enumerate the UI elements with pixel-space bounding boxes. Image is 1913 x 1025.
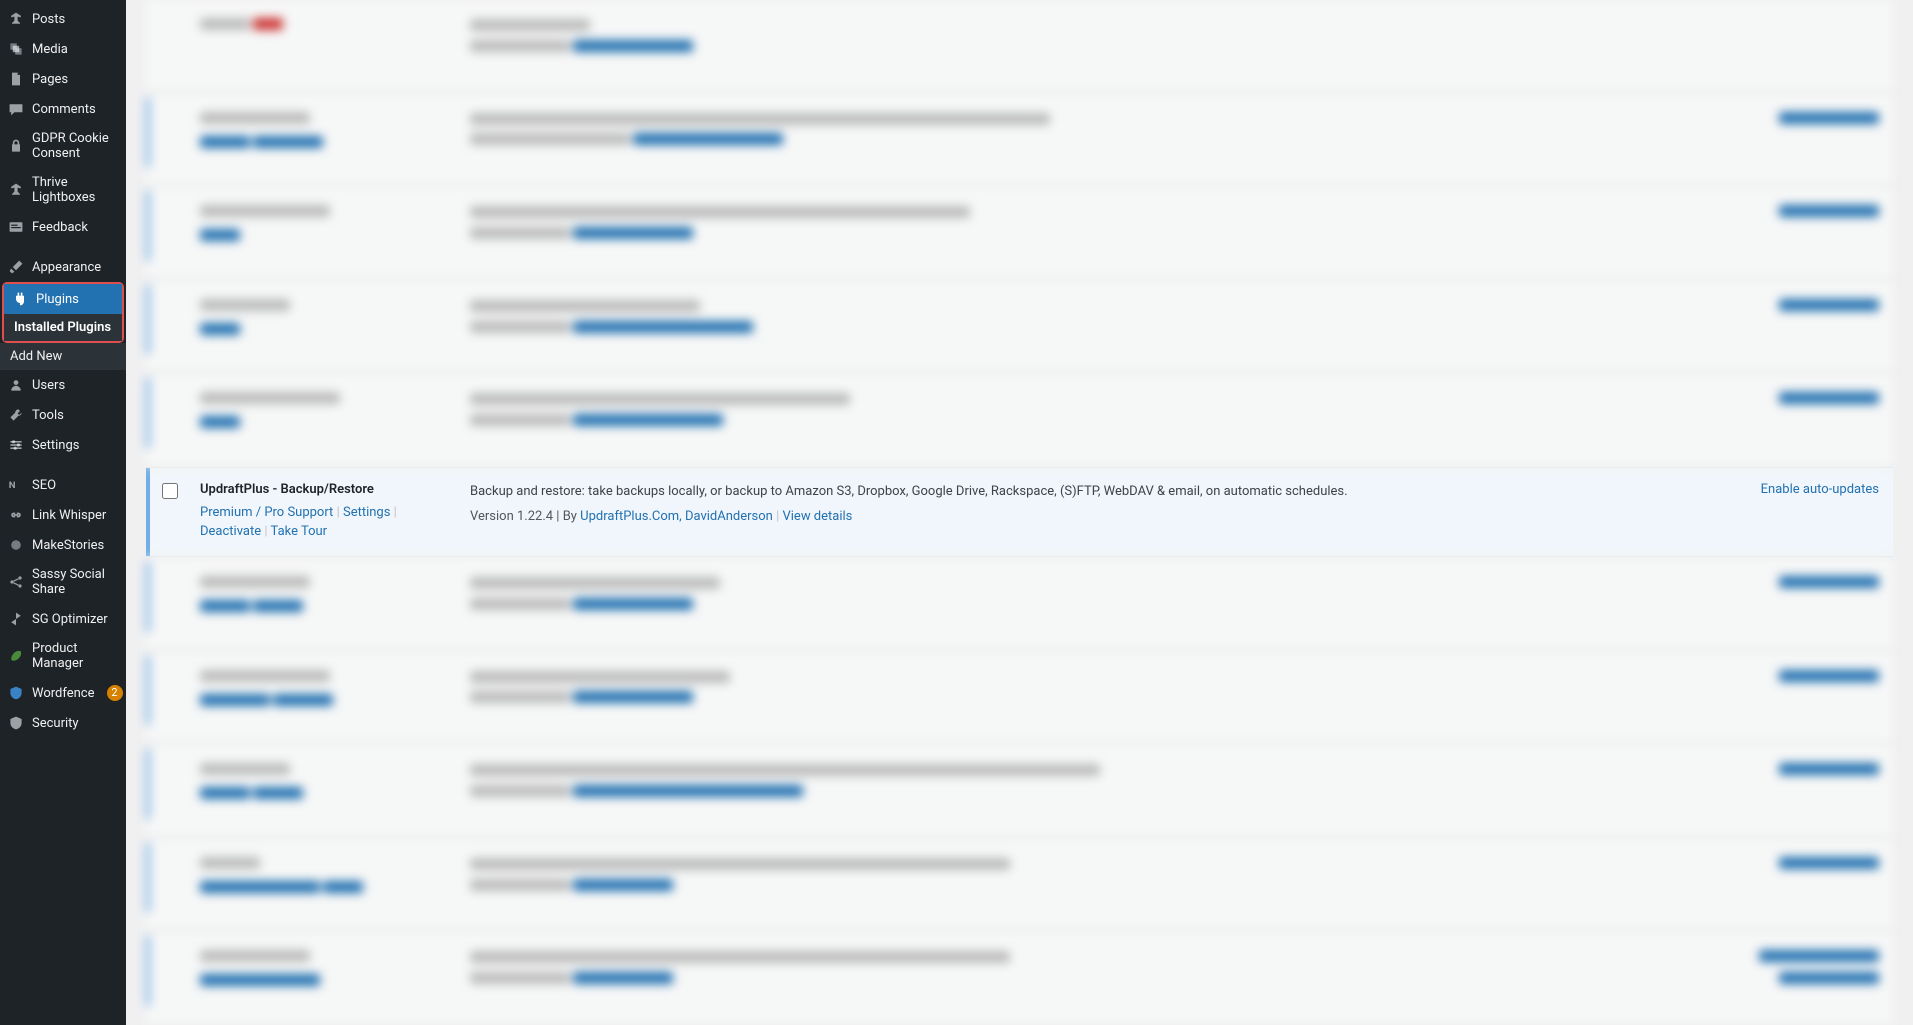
sidebar-label: GDPR Cookie Consent [32,131,118,161]
enable-auto-updates-link[interactable]: Enable auto-updates [1761,482,1879,497]
plugins-table: UpdraftPlus - Backup/Restore Premium / P… [126,0,1913,1025]
plugin-action-links: Premium / Pro Support | Settings | Deact… [200,503,450,542]
seo-icon: N [8,477,24,493]
sidebar-item-media[interactable]: Media [0,34,126,64]
sidebar-label: SEO [32,478,56,493]
sidebar-item-appearance[interactable]: Appearance [0,252,126,282]
sidebar-item-sassy[interactable]: Sassy Social Share [0,560,126,604]
link-icon [8,507,24,523]
sidebar-item-settings[interactable]: Settings [0,430,126,460]
plugin-row-blurred [146,744,1893,838]
sidebar-label: Settings [32,438,79,453]
sidebar-label: Sassy Social Share [32,567,118,597]
plugin-view-details[interactable]: View details [782,509,852,524]
plugin-author-link[interactable]: UpdraftPlus.Com, DavidAnderson [580,509,773,524]
sidebar-label: SG Optimizer [32,612,108,627]
optimize-icon [8,611,24,627]
plugin-icon [12,291,28,307]
plugin-row-updraftplus: UpdraftPlus - Backup/Restore Premium / P… [146,467,1893,557]
plugin-row-blurred [146,557,1893,651]
sidebar-item-plugins[interactable]: Plugins [4,284,122,314]
media-icon [8,41,24,57]
sidebar-label: Plugins [36,292,79,307]
plugin-action-settings[interactable]: Settings [343,505,390,520]
sidebar-item-thrive[interactable]: Thrive Lightboxes [0,168,126,212]
users-icon [8,377,24,393]
pin-icon [8,11,24,27]
sidebar-label: Tools [32,408,64,423]
sidebar-label: Users [32,378,65,393]
admin-sidebar: Posts Media Pages Comments GDPR Cookie C… [0,0,126,1025]
brush-icon [8,259,24,275]
feedback-icon [8,219,24,235]
sidebar-label: Link Whisper [32,508,106,523]
plugin-name: UpdraftPlus - Backup/Restore [200,482,450,497]
page-icon [8,71,24,87]
sidebar-label: Media [32,42,68,57]
plugin-row-blurred [146,838,1893,932]
plugin-action-taketour[interactable]: Take Tour [271,524,328,539]
sidebar-item-users[interactable]: Users [0,370,126,400]
sidebar-label: Thrive Lightboxes [32,175,118,205]
sidebar-label: Posts [32,12,65,27]
plugins-highlight: Plugins Installed Plugins [2,282,124,343]
comment-icon [8,101,24,117]
tools-icon [8,407,24,423]
sidebar-label: MakeStories [32,538,104,553]
security-icon [8,715,24,731]
pin-icon [8,182,24,198]
plugin-version: Version 1.22.4 | By [470,509,580,524]
share-icon [8,574,24,590]
sidebar-label: Pages [32,72,68,87]
plugin-row-blurred [146,651,1893,745]
plugin-row-blurred [146,0,1893,93]
stories-icon [8,537,24,553]
sidebar-item-gdpr[interactable]: GDPR Cookie Consent [0,124,126,168]
shield-icon [8,685,24,701]
plugin-action-premium[interactable]: Premium / Pro Support [200,505,333,520]
plugin-row-blurred [146,186,1893,280]
sidebar-item-comments[interactable]: Comments [0,94,126,124]
sidebar-label: Product Manager [32,641,118,671]
sidebar-label: Wordfence [32,686,95,701]
sidebar-item-productmanager[interactable]: Product Manager [0,634,126,678]
badge-count: 2 [107,685,123,701]
sidebar-label: Feedback [32,220,88,235]
plugin-action-deactivate[interactable]: Deactivate [200,524,261,539]
sidebar-item-tools[interactable]: Tools [0,400,126,430]
sidebar-item-posts[interactable]: Posts [0,4,126,34]
plugin-description: Backup and restore: take backups locally… [470,482,1713,503]
sidebar-item-sgoptimizer[interactable]: SG Optimizer [0,604,126,634]
plugin-checkbox[interactable] [162,483,178,499]
sidebar-label: Comments [32,102,96,117]
lock-icon [8,138,24,154]
leaf-icon [8,648,24,664]
svg-text:N: N [9,480,16,491]
sidebar-item-feedback[interactable]: Feedback [0,212,126,242]
sidebar-item-makestories[interactable]: MakeStories [0,530,126,560]
sidebar-label: Appearance [32,260,101,275]
sidebar-subitem-addnew[interactable]: Add New [0,343,126,370]
sidebar-item-linkwhisper[interactable]: Link Whisper [0,500,126,530]
settings-icon [8,437,24,453]
sidebar-label: Security [32,716,79,731]
sidebar-item-pages[interactable]: Pages [0,64,126,94]
sidebar-item-seo[interactable]: N SEO [0,470,126,500]
plugin-row-blurred [146,93,1893,187]
sidebar-item-security[interactable]: Security [0,708,126,738]
plugin-row-blurred [146,280,1893,374]
plugin-row-blurred [146,931,1893,1025]
sidebar-item-wordfence[interactable]: Wordfence 2 [0,678,126,708]
sidebar-subitem-installed[interactable]: Installed Plugins [4,314,122,341]
plugin-row-blurred [146,373,1893,467]
